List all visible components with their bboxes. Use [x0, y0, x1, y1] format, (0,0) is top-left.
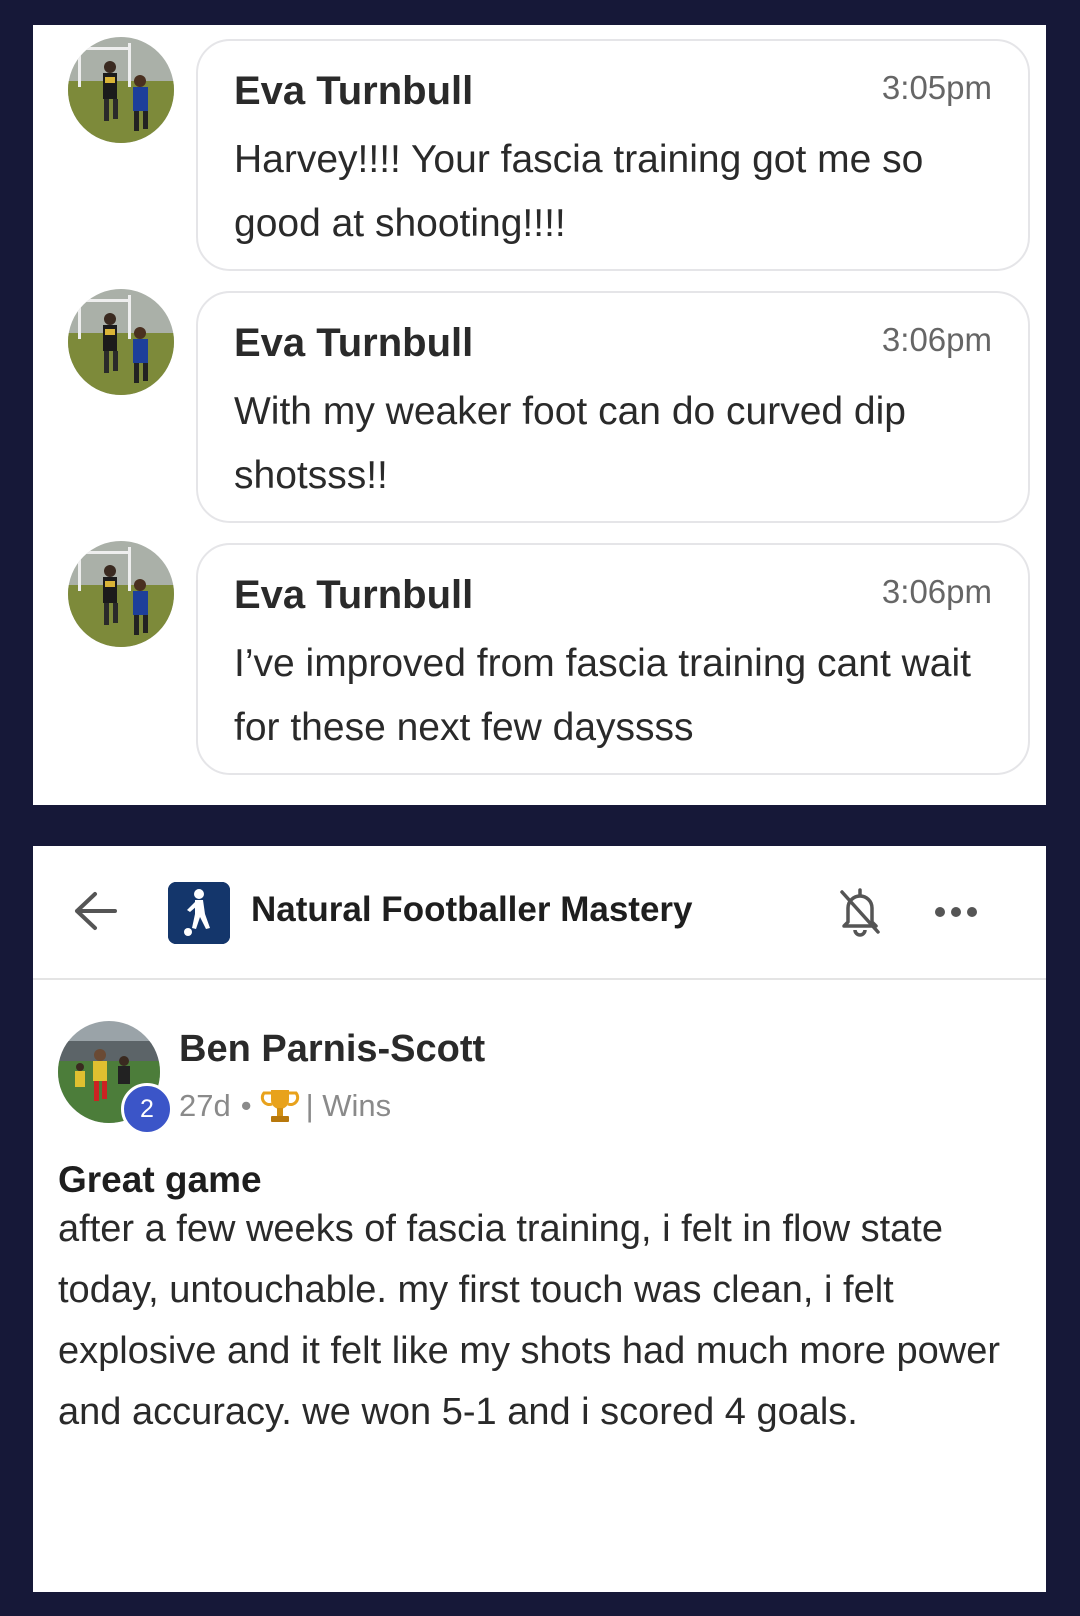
message-time: 3:05pm: [881, 69, 992, 106]
message-bubble: Eva Turnbull 3:06pm I’ve improved from f…: [196, 543, 1030, 775]
message-bubble: Eva Turnbull 3:05pm Harvey!!!! Your fasc…: [196, 39, 1030, 271]
chat-message: Eva Turnbull 3:05pm Harvey!!!! Your fasc…: [33, 25, 1046, 271]
post-age: 27d: [179, 1088, 231, 1123]
message-time: 3:06pm: [881, 321, 992, 358]
message-time: 3:06pm: [881, 573, 992, 610]
message-text: I’ve improved from fascia training cant …: [234, 642, 971, 749]
group-title: Natural Footballer Mastery: [251, 890, 693, 929]
message-text: With my weaker foot can do curved dip sh…: [234, 390, 906, 497]
top-bar: Natural Footballer Mastery: [33, 846, 1046, 980]
footballer-logo-icon: [168, 882, 230, 944]
chat-message: Eva Turnbull 3:06pm With my weaker foot …: [33, 277, 1046, 523]
post-panel: Natural Footballer Mastery 2 Ben Parnis-…: [33, 846, 1046, 1592]
more-horizontal-icon[interactable]: [933, 902, 979, 922]
chat-panel: Eva Turnbull 3:05pm Harvey!!!! Your fasc…: [33, 25, 1046, 805]
meta-separator: •: [240, 1088, 252, 1123]
avatar[interactable]: [68, 541, 174, 647]
avatar[interactable]: [68, 37, 174, 143]
bell-off-icon[interactable]: [836, 884, 884, 938]
message-author: Eva Turnbull: [234, 321, 474, 365]
chat-message: Eva Turnbull 3:06pm I’ve improved from f…: [33, 529, 1046, 775]
arrow-left-icon[interactable]: [71, 888, 119, 934]
level-badge: 2: [121, 1083, 173, 1135]
message-bubble: Eva Turnbull 3:06pm With my weaker foot …: [196, 291, 1030, 523]
message-text: Harvey!!!! Your fascia training got me s…: [234, 138, 924, 245]
post-body: after a few weeks of fascia training, i …: [58, 1208, 1000, 1433]
message-author: Eva Turnbull: [234, 573, 474, 617]
message-author: Eva Turnbull: [234, 69, 474, 113]
avatar[interactable]: [68, 289, 174, 395]
author-name[interactable]: Ben Parnis-Scott: [179, 1028, 485, 1071]
post-meta: 27d • | Wins: [179, 1086, 391, 1126]
post-category[interactable]: | Wins: [306, 1088, 392, 1124]
post-title: Great game: [58, 1159, 262, 1200]
trophy-icon: [260, 1086, 300, 1126]
